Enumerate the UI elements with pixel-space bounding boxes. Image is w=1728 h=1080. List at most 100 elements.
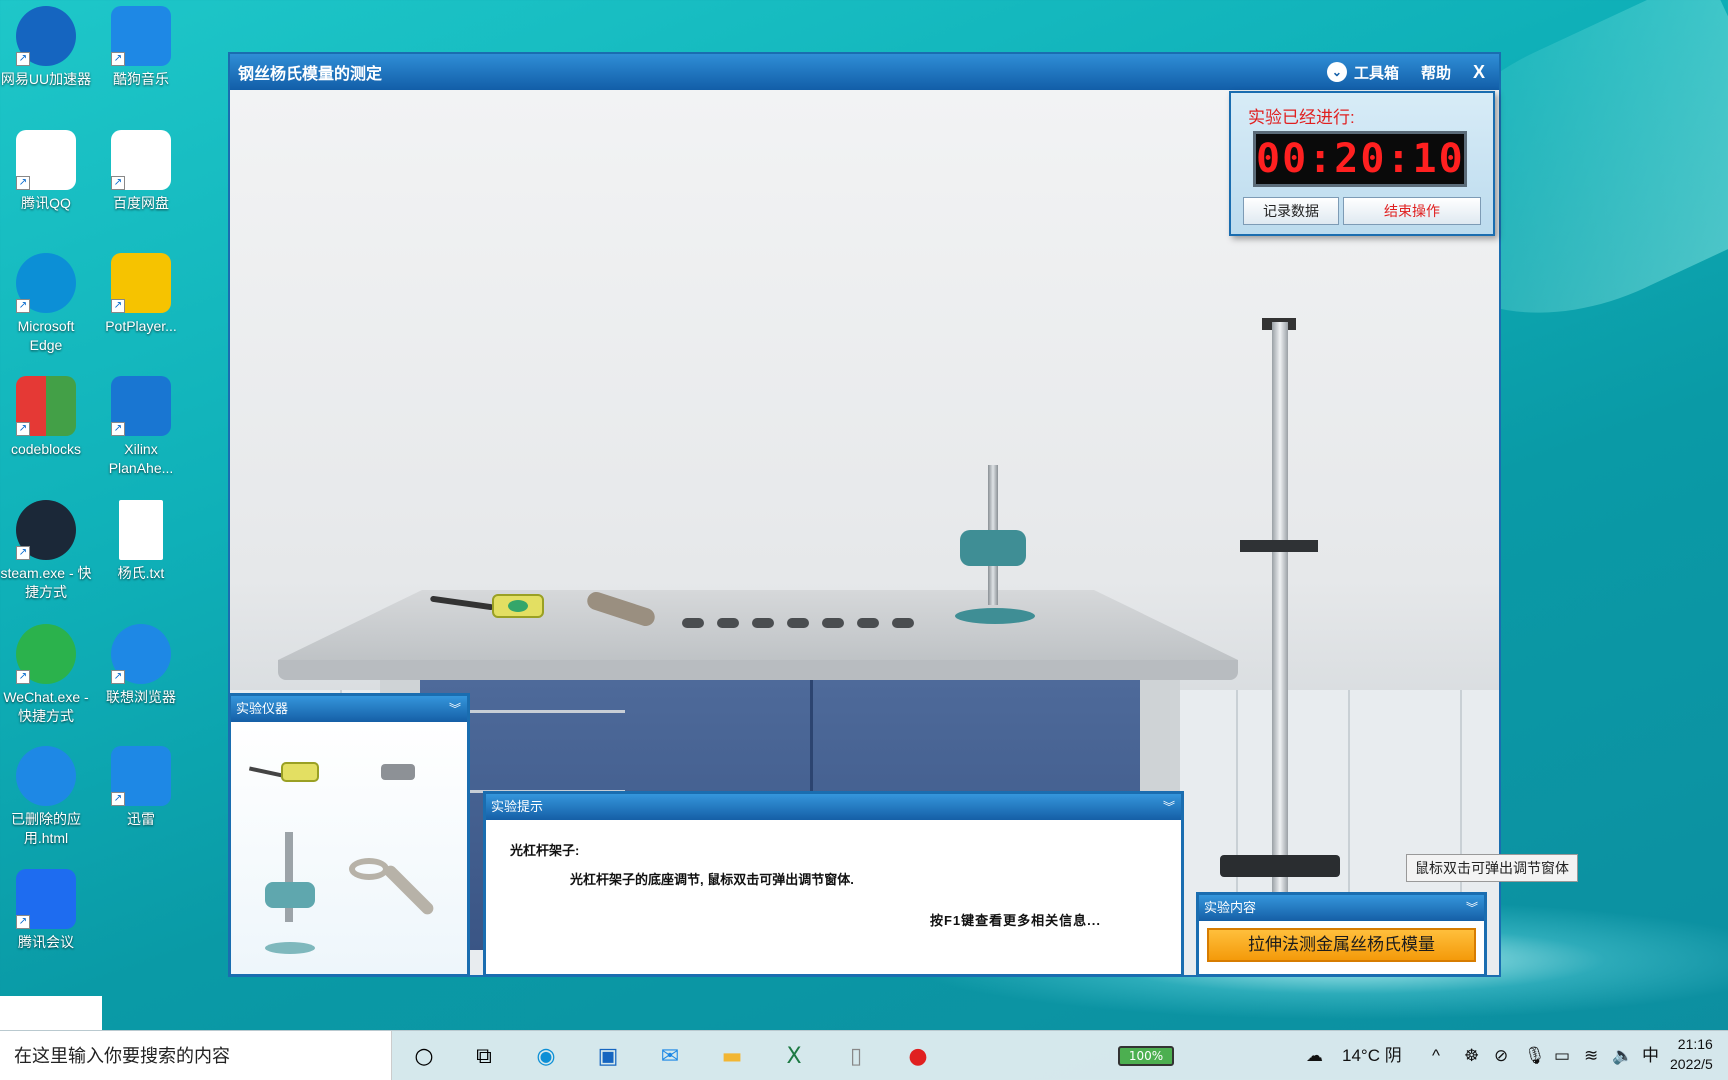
mail-taskbar-icon[interactable]: ✉: [654, 1040, 686, 1072]
desktop-icon-kugou[interactable]: ↗ 酷狗音乐: [95, 6, 187, 89]
desktop-icon-thunder[interactable]: ↗ 迅雷: [95, 746, 187, 829]
end-operation-button[interactable]: 结束操作: [1343, 197, 1481, 225]
excel-taskbar-icon[interactable]: X: [778, 1040, 810, 1072]
tray-app-icon[interactable]: ☸: [1464, 1031, 1479, 1080]
desktop-icon-yangshi-txt[interactable]: 杨氏.txt: [95, 500, 187, 583]
weather-icon[interactable]: ☁: [1306, 1031, 1323, 1080]
uu-accelerator-icon: ↗: [16, 6, 76, 66]
qq-icon: ↗: [16, 130, 76, 190]
weight-piece[interactable]: [682, 618, 704, 628]
experiment-method-button[interactable]: 拉伸法测金属丝杨氏模量: [1207, 928, 1476, 962]
wechat-icon: ↗: [16, 624, 76, 684]
desktop-icon-label: 网易UU加速器: [0, 71, 92, 87]
weight-piece[interactable]: [857, 618, 879, 628]
close-button[interactable]: X: [1473, 62, 1485, 83]
help-button[interactable]: 帮助: [1421, 62, 1451, 83]
collapse-icon[interactable]: ︾: [1163, 794, 1175, 820]
window-titlebar: 钢丝杨氏模量的测定 ⌄ 工具箱 帮助 X: [230, 54, 1499, 90]
young-modulus-stand-base[interactable]: [1220, 855, 1340, 877]
instrument-tape-measure[interactable]: [248, 760, 321, 784]
instrument-caliper[interactable]: [349, 850, 439, 920]
tape-measure[interactable]: [492, 594, 544, 618]
baidu-netdisk-icon: ↗: [111, 130, 171, 190]
window-title: 钢丝杨氏模量的测定: [238, 66, 383, 83]
instruments-panel-title: 实验仪器: [236, 701, 289, 716]
optical-lever-telescope[interactable]: [960, 530, 1026, 566]
desktop-icon-label: Xilinx PlanAhe...: [108, 441, 174, 476]
taskbar-clock[interactable]: 21:16 2022/5: [1670, 1034, 1713, 1074]
desktop-icon-potplayer[interactable]: ↗ PotPlayer...: [95, 253, 187, 336]
network-off-icon[interactable]: ⊘: [1494, 1031, 1508, 1080]
desktop-icon-label: 腾讯QQ: [21, 195, 71, 211]
chevron-up-icon[interactable]: ^: [1432, 1031, 1440, 1080]
desktop-icon-label: 百度网盘: [113, 195, 169, 211]
desktop-icon-label: steam.exe - 快捷方式: [0, 565, 92, 600]
desktop-icon-edge[interactable]: ↗ Microsoft Edge: [0, 253, 92, 355]
desktop-icon-label: Microsoft Edge: [17, 318, 75, 353]
toolbox-button[interactable]: ⌄ 工具箱: [1326, 62, 1399, 83]
document-taskbar-icon[interactable]: ▯: [840, 1040, 872, 1072]
weight-piece[interactable]: [822, 618, 844, 628]
desktop-icon-label: 已删除的应用.html: [11, 811, 81, 846]
desktop-icon-label: WeChat.exe - 快捷方式: [3, 689, 89, 724]
desktop-icon-label: PotPlayer...: [105, 318, 177, 334]
edge-taskbar-icon[interactable]: ◉: [530, 1040, 562, 1072]
cortana-icon[interactable]: ○: [408, 1040, 440, 1072]
optical-lever-base[interactable]: [955, 608, 1035, 624]
clock-date: 2022/5: [1670, 1056, 1713, 1072]
instruments-panel-header: 实验仪器 ︾: [231, 696, 467, 722]
desktop-icon-tencent-meeting[interactable]: ↗ 腾讯会议: [0, 869, 92, 952]
microphone-icon[interactable]: 🎙: [1524, 1031, 1546, 1080]
weight-piece[interactable]: [787, 618, 809, 628]
desktop-icon-label: 杨氏.txt: [117, 565, 165, 581]
desktop-icon-label: 联想浏览器: [106, 689, 176, 705]
experiment-content-panel: 实验内容 ︾ 拉伸法测金属丝杨氏模量: [1196, 892, 1487, 977]
task-view-icon[interactable]: ⧉: [468, 1040, 500, 1072]
desktop-icon-wechat[interactable]: ↗ WeChat.exe - 快捷方式: [0, 624, 92, 726]
wifi-icon[interactable]: ≋: [1584, 1031, 1598, 1080]
battery-tray-icon[interactable]: ▭: [1554, 1031, 1570, 1080]
edge-icon: ↗: [16, 253, 76, 313]
battery-indicator[interactable]: 100%: [1118, 1046, 1174, 1066]
chevron-down-icon: ⌄: [1326, 62, 1347, 82]
desktop-icon-label: 酷狗音乐: [113, 71, 169, 87]
volume-icon[interactable]: 🔈: [1612, 1031, 1633, 1080]
taskbar: 在这里输入你要搜索的内容 ○ ⧉ ◉ ▣ ✉ ▬ X ▯ ● 100% ☁ 14…: [0, 1030, 1728, 1080]
weight-piece[interactable]: [752, 618, 774, 628]
desktop-icon-uu-accelerator[interactable]: ↗ 网易UU加速器: [0, 6, 92, 89]
record-data-button[interactable]: 记录数据: [1243, 197, 1339, 225]
taskbar-search-input[interactable]: 在这里输入你要搜索的内容: [0, 1031, 392, 1080]
timer-label: 实验已经进行:: [1248, 108, 1355, 127]
record-taskbar-icon[interactable]: ●: [902, 1040, 934, 1072]
instrument-weight[interactable]: [381, 764, 415, 780]
young-modulus-stand-platform[interactable]: [1240, 540, 1318, 552]
store-taskbar-icon[interactable]: ▣: [592, 1040, 624, 1072]
instruments-grid: [231, 722, 467, 974]
collapse-icon[interactable]: ︾: [449, 696, 461, 722]
deleted-app-icon: [16, 746, 76, 806]
desktop-icon-codeblocks[interactable]: ↗ codeblocks: [0, 376, 92, 459]
weight-piece[interactable]: [717, 618, 739, 628]
desktop-icon-qq[interactable]: ↗ 腾讯QQ: [0, 130, 92, 213]
lenovo-browser-icon: ↗: [111, 624, 171, 684]
codeblocks-icon: ↗: [16, 376, 76, 436]
desktop-icon-deleted-app[interactable]: 已删除的应用.html: [0, 746, 92, 848]
desktop-icon-lenovo-browser[interactable]: ↗ 联想浏览器: [95, 624, 187, 707]
file-explorer-taskbar-icon[interactable]: ▬: [716, 1040, 748, 1072]
tencent-meeting-icon: ↗: [16, 869, 76, 929]
desktop-icon-steam[interactable]: ↗ steam.exe - 快捷方式: [0, 500, 92, 602]
experiment-content-title: 实验内容: [1204, 900, 1257, 915]
thunder-icon: ↗: [111, 746, 171, 806]
collapse-icon[interactable]: ︾: [1466, 895, 1478, 921]
input-method-indicator[interactable]: 中: [1642, 1031, 1659, 1080]
desktop-icon-xilinx[interactable]: ↗ Xilinx PlanAhe...: [95, 376, 187, 478]
text-file-icon: [119, 500, 163, 560]
timer-panel: 实验已经进行: 00:20:10 记录数据 结束操作: [1229, 91, 1495, 236]
instrument-optical-lever[interactable]: [261, 832, 319, 957]
weather-text[interactable]: 14°C 阴: [1342, 1031, 1402, 1080]
lab-table-edge: [278, 660, 1238, 680]
weight-piece[interactable]: [892, 618, 914, 628]
desktop-icon-baidu-netdisk[interactable]: ↗ 百度网盘: [95, 130, 187, 213]
clock-time: 21:16: [1677, 1036, 1713, 1052]
tooltip: 鼠标双击可弹出调节窗体: [1406, 854, 1578, 882]
